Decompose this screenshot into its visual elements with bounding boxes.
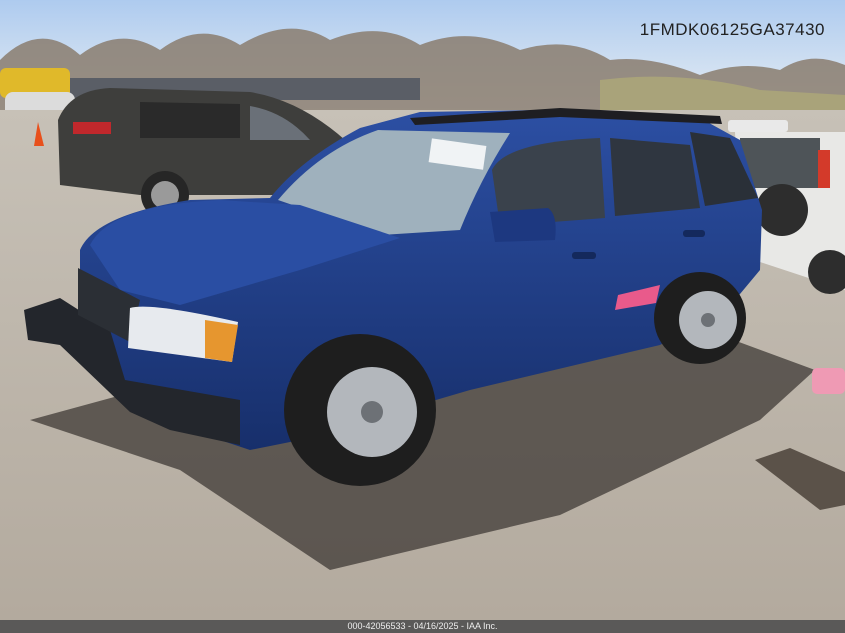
lot-scene-illustration bbox=[0, 0, 845, 620]
debris bbox=[812, 368, 845, 394]
vin-watermark: 1FMDK06125GA37430 bbox=[639, 20, 825, 39]
image-footer-caption: 000-42056533 - 04/16/2025 - IAA Inc. bbox=[0, 620, 845, 633]
auction-photo: 1FMDK06125GA37430 000-42056533 - 04/16/2… bbox=[0, 0, 845, 633]
